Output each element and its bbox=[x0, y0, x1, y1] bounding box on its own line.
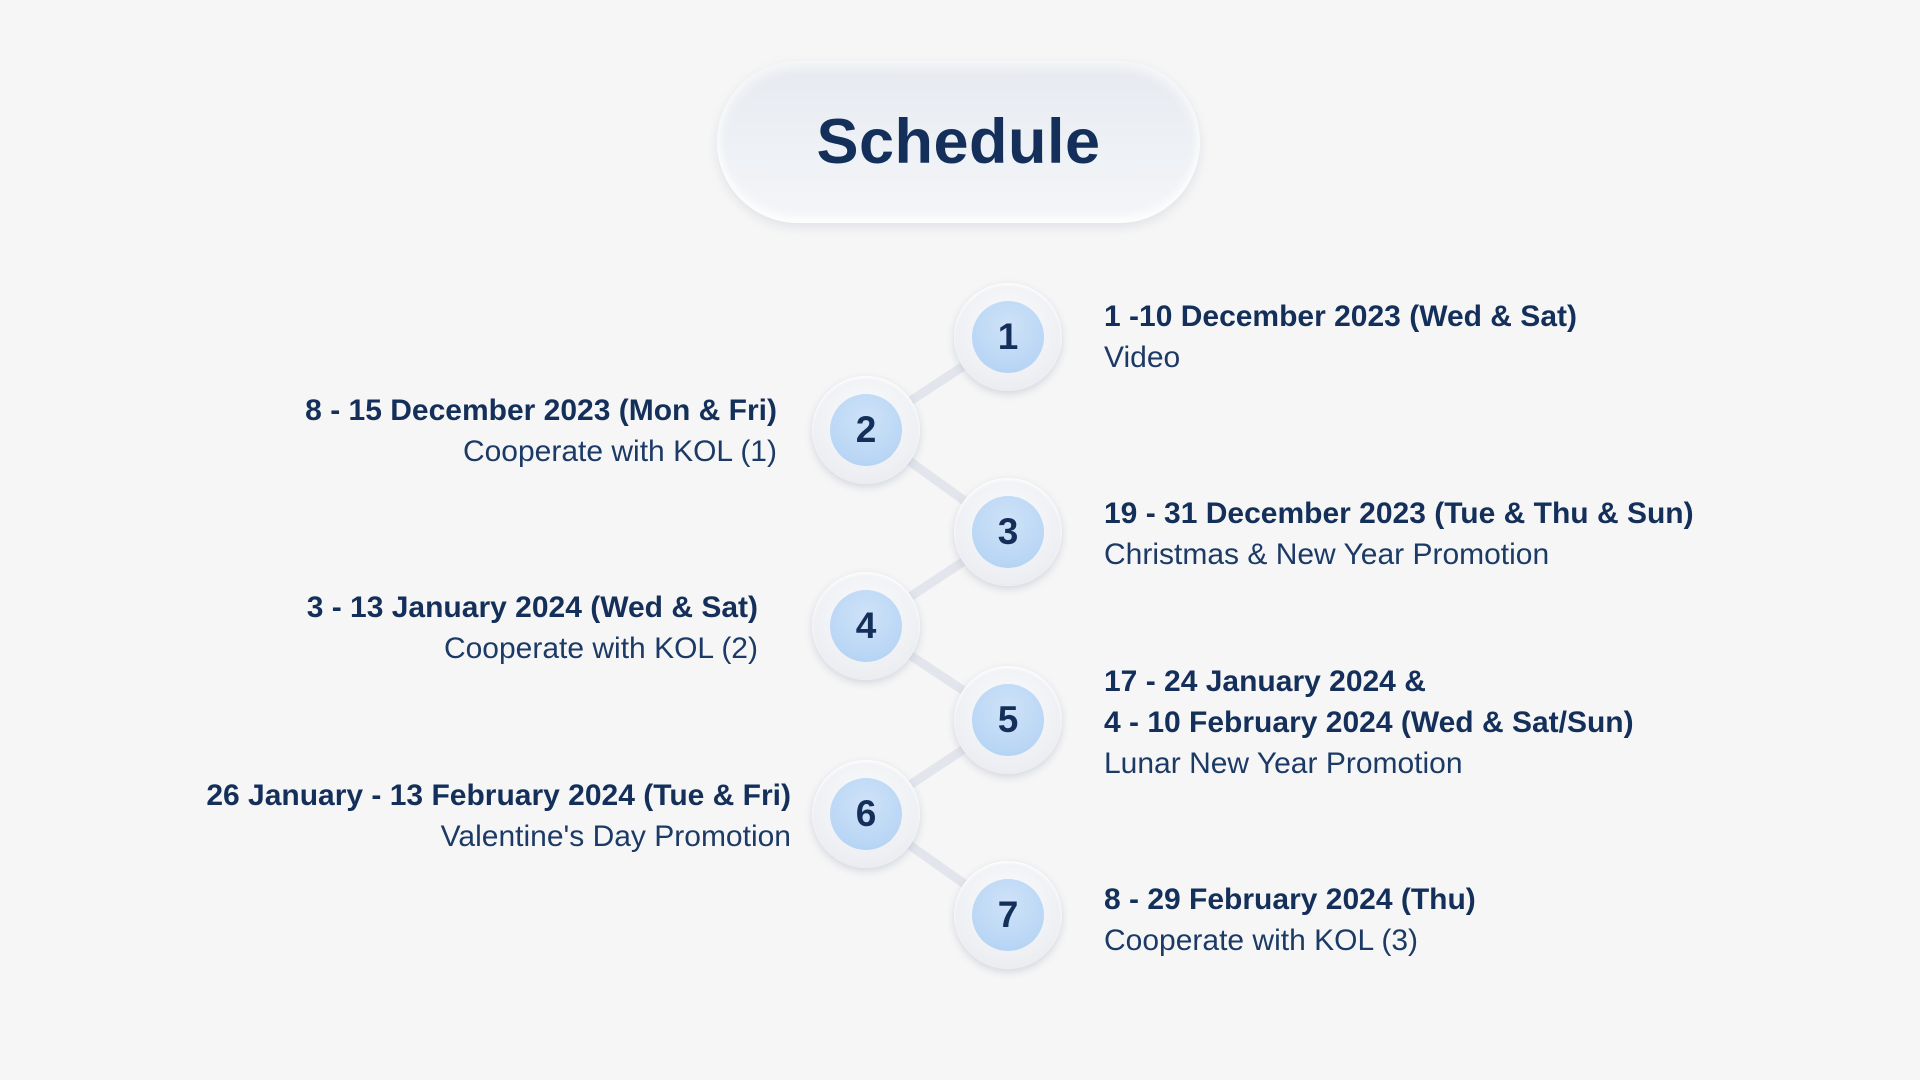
step-date: 17 - 24 January 2024 & bbox=[1104, 665, 1426, 698]
step-node-6: 6 bbox=[812, 760, 920, 868]
step-node-3: 3 bbox=[954, 478, 1062, 586]
step-node-inner: 4 bbox=[830, 590, 902, 662]
step-number: 2 bbox=[855, 409, 877, 450]
step-entry-2: 8 - 15 December 2023 (Mon & Fri) Coopera… bbox=[305, 390, 777, 472]
step-date: 26 January - 13 February 2024 (Tue & Fri… bbox=[206, 779, 791, 812]
step-node-1: 1 bbox=[954, 283, 1062, 391]
step-node-inner: 5 bbox=[972, 684, 1044, 756]
step-entry-3: 19 - 31 December 2023 (Tue & Thu & Sun) … bbox=[1104, 493, 1694, 575]
step-number: 4 bbox=[855, 605, 877, 646]
step-description: Cooperate with KOL (2) bbox=[443, 632, 758, 665]
step-date: 1 -10 December 2023 (Wed & Sat) bbox=[1104, 300, 1577, 333]
step-description: Video bbox=[1104, 341, 1181, 374]
step-description: Christmas & New Year Promotion bbox=[1104, 538, 1550, 571]
step-node-inner: 3 bbox=[972, 496, 1044, 568]
step-date-line2: 4 - 10 February 2024 (Wed & Sat/Sun) bbox=[1104, 706, 1634, 739]
step-description: Valentine's Day Promotion bbox=[440, 820, 791, 853]
step-node-inner: 7 bbox=[972, 879, 1044, 951]
step-node-7: 7 bbox=[954, 861, 1062, 969]
step-node-2: 2 bbox=[812, 376, 920, 484]
step-node-inner: 6 bbox=[830, 778, 902, 850]
step-entry-6: 26 January - 13 February 2024 (Tue & Fri… bbox=[206, 775, 791, 857]
step-date: 8 - 29 February 2024 (Thu) bbox=[1104, 883, 1476, 916]
step-entry-5: 17 - 24 January 2024 & 4 - 10 February 2… bbox=[1104, 661, 1634, 784]
step-node-5: 5 bbox=[954, 666, 1062, 774]
step-entry-7: 8 - 29 February 2024 (Thu) Cooperate wit… bbox=[1104, 879, 1476, 961]
step-node-inner: 1 bbox=[972, 301, 1044, 373]
step-date: 3 - 13 January 2024 (Wed & Sat) bbox=[306, 591, 758, 624]
step-node-4: 4 bbox=[812, 572, 920, 680]
step-entry-4: 3 - 13 January 2024 (Wed & Sat) Cooperat… bbox=[307, 587, 758, 669]
step-description: Cooperate with KOL (1) bbox=[462, 435, 777, 468]
step-entry-1: 1 -10 December 2023 (Wed & Sat) Video bbox=[1104, 296, 1577, 378]
step-description: Lunar New Year Promotion bbox=[1104, 747, 1463, 780]
step-date: 19 - 31 December 2023 (Tue & Thu & Sun) bbox=[1104, 497, 1694, 530]
step-description: Cooperate with KOL (3) bbox=[1104, 924, 1419, 957]
step-number: 6 bbox=[855, 793, 877, 834]
step-node-inner: 2 bbox=[830, 394, 902, 466]
step-date: 8 - 15 December 2023 (Mon & Fri) bbox=[305, 394, 777, 427]
step-number: 7 bbox=[997, 894, 1019, 935]
step-number: 1 bbox=[997, 316, 1019, 357]
step-number: 5 bbox=[997, 699, 1019, 740]
step-number: 3 bbox=[997, 511, 1019, 552]
